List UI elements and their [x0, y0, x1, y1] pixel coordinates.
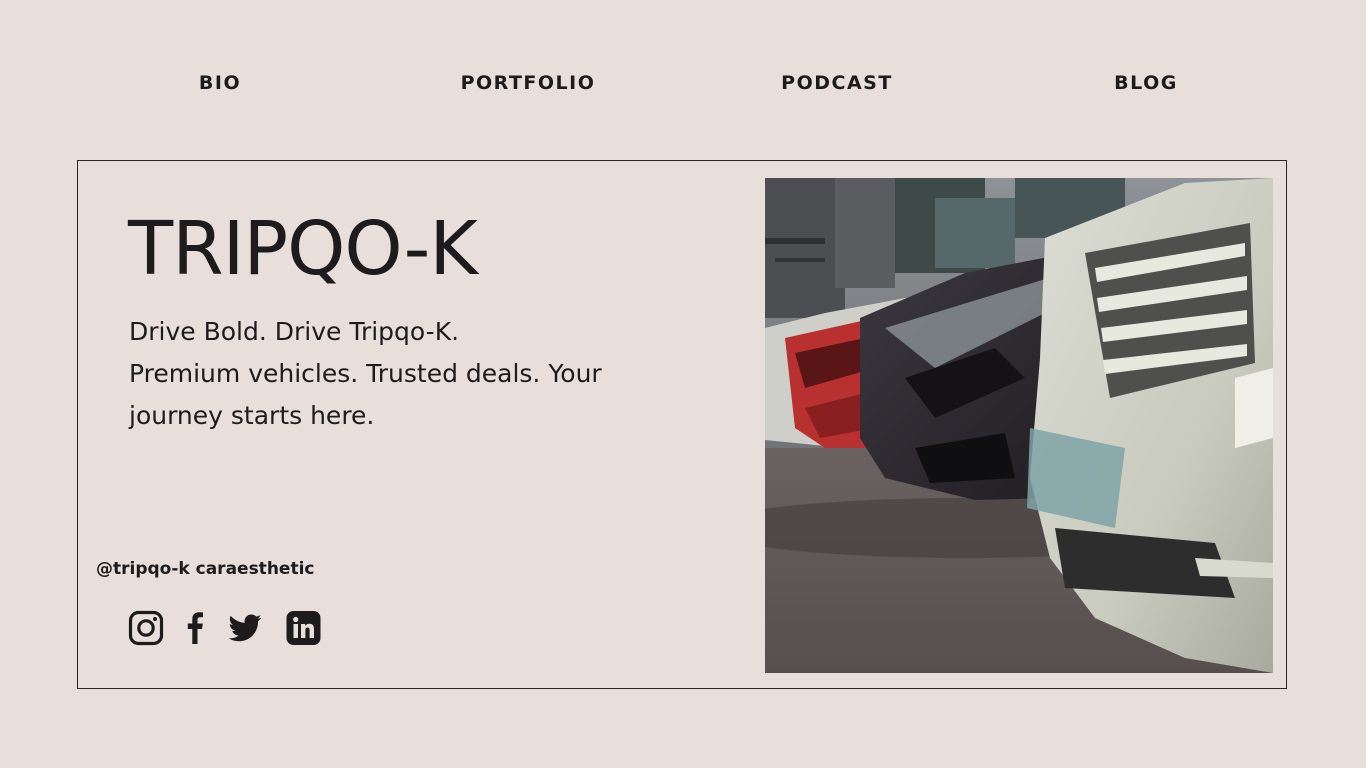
- parked-cars-photo: [765, 178, 1273, 673]
- social-handle: @tripqo-k caraesthetic: [96, 559, 315, 579]
- social-links: [128, 609, 321, 647]
- page: BIO PORTFOLIO PODCAST BLOG TRIPQO-K Driv…: [0, 0, 1366, 768]
- nav-blog[interactable]: BLOG: [1114, 72, 1178, 94]
- nav-portfolio[interactable]: PORTFOLIO: [461, 72, 596, 94]
- linkedin-icon[interactable]: [286, 610, 321, 646]
- nav-bio[interactable]: BIO: [199, 72, 241, 94]
- tagline-line-1: Drive Bold. Drive Tripqo-K.: [129, 317, 460, 346]
- hero-card: TRIPQO-K Drive Bold. Drive Tripqo-K. Pre…: [77, 160, 1287, 689]
- tagline: Drive Bold. Drive Tripqo-K. Premium vehi…: [129, 311, 669, 437]
- brand-title: TRIPQO-K: [128, 206, 478, 292]
- instagram-icon[interactable]: [128, 610, 164, 646]
- top-nav: BIO PORTFOLIO PODCAST BLOG: [0, 72, 1366, 100]
- nav-podcast[interactable]: PODCAST: [781, 72, 893, 94]
- tagline-line-2: Premium vehicles. Trusted deals. Your jo…: [129, 359, 602, 430]
- twitter-icon[interactable]: [226, 610, 264, 646]
- facebook-icon[interactable]: [186, 610, 204, 646]
